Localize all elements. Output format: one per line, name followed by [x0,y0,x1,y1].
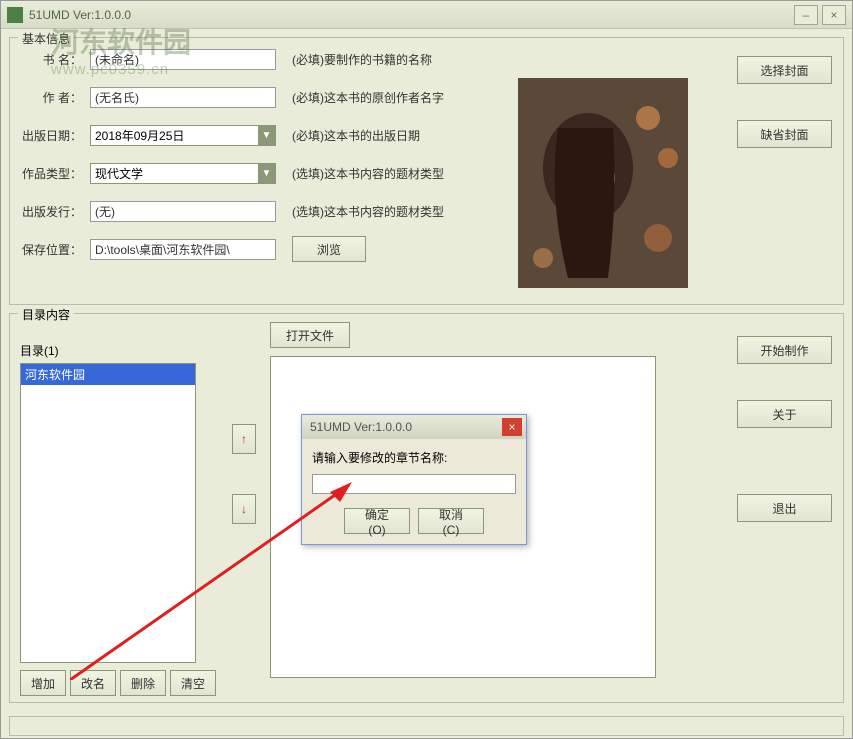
move-down-button[interactable]: ↓ [232,494,256,524]
genre-value: 现代文学 [91,165,258,182]
toc-legend: 目录内容 [18,306,74,323]
move-up-button[interactable]: ↑ [232,424,256,454]
about-button[interactable]: 关于 [737,400,832,428]
list-item[interactable]: 河东软件园 [21,364,195,385]
rename-button[interactable]: 改名 [70,670,116,696]
save-path-label: 保存位置： [20,241,90,258]
author-label: 作 者： [20,89,90,106]
book-name-label: 书 名： [20,51,90,68]
author-input[interactable] [90,87,276,108]
publisher-hint: (选填)这本书内容的题材类型 [292,203,444,220]
cancel-button[interactable]: 取消(C) [418,508,484,534]
start-make-button[interactable]: 开始制作 [737,336,832,364]
author-hint: (必填)这本书的原创作者名字 [292,89,444,106]
statusbar [9,716,844,736]
publisher-input[interactable] [90,201,276,222]
app-icon [7,7,23,23]
default-cover-button[interactable]: 缺省封面 [737,120,832,148]
pub-date-label: 出版日期： [20,127,90,144]
ok-button[interactable]: 确定(O) [344,508,410,534]
pub-date-hint: (必填)这本书的出版日期 [292,127,420,144]
exit-button[interactable]: 退出 [737,494,832,522]
close-button[interactable]: × [822,5,846,25]
dialog-titlebar: 51UMD Ver:1.0.0.0 × [302,415,526,439]
browse-button[interactable]: 浏览 [292,236,366,262]
basic-info-group: 基本信息 书 名： (必填)要制作的书籍的名称 作 者： (必填)这本书的原创作… [9,37,844,305]
dialog-close-button[interactable]: × [502,418,522,436]
genre-hint: (选填)这本书内容的题材类型 [292,165,444,182]
chapter-name-input[interactable] [312,474,516,494]
book-name-input[interactable] [90,49,276,70]
pub-date-combo[interactable]: 2018年09月25日 ▼ [90,125,276,146]
select-cover-button[interactable]: 选择封面 [737,56,832,84]
rename-dialog: 51UMD Ver:1.0.0.0 × 请输入要修改的章节名称: 确定(O) 取… [301,414,527,545]
genre-label: 作品类型： [20,165,90,182]
dialog-prompt: 请输入要修改的章节名称: [312,449,516,466]
toc-list-label: 目录(1) [20,342,220,359]
genre-combo[interactable]: 现代文学 ▼ [90,163,276,184]
toc-listbox[interactable]: 河东软件园 [20,363,196,663]
arrow-up-icon: ↑ [241,432,247,446]
clear-button[interactable]: 清空 [170,670,216,696]
cover-placeholder-icon [518,78,688,288]
basic-info-legend: 基本信息 [18,30,74,47]
titlebar: 51UMD Ver:1.0.0.0 – × [1,1,852,29]
pub-date-value: 2018年09月25日 [91,127,258,144]
window-title: 51UMD Ver:1.0.0.0 [29,8,794,22]
add-button[interactable]: 增加 [20,670,66,696]
open-file-button[interactable]: 打开文件 [270,322,350,348]
book-name-hint: (必填)要制作的书籍的名称 [292,51,432,68]
cover-image [518,78,688,288]
main-window: 51UMD Ver:1.0.0.0 – × 河东软件园 www.pc0359.c… [0,0,853,739]
save-path-input[interactable] [90,239,276,260]
publisher-label: 出版发行： [20,203,90,220]
close-icon: × [508,420,515,434]
chevron-down-icon[interactable]: ▼ [258,126,275,145]
minimize-button[interactable]: – [794,5,818,25]
arrow-down-icon: ↓ [241,502,247,516]
delete-button[interactable]: 删除 [120,670,166,696]
dialog-title: 51UMD Ver:1.0.0.0 [306,420,502,434]
chevron-down-icon[interactable]: ▼ [258,164,275,183]
